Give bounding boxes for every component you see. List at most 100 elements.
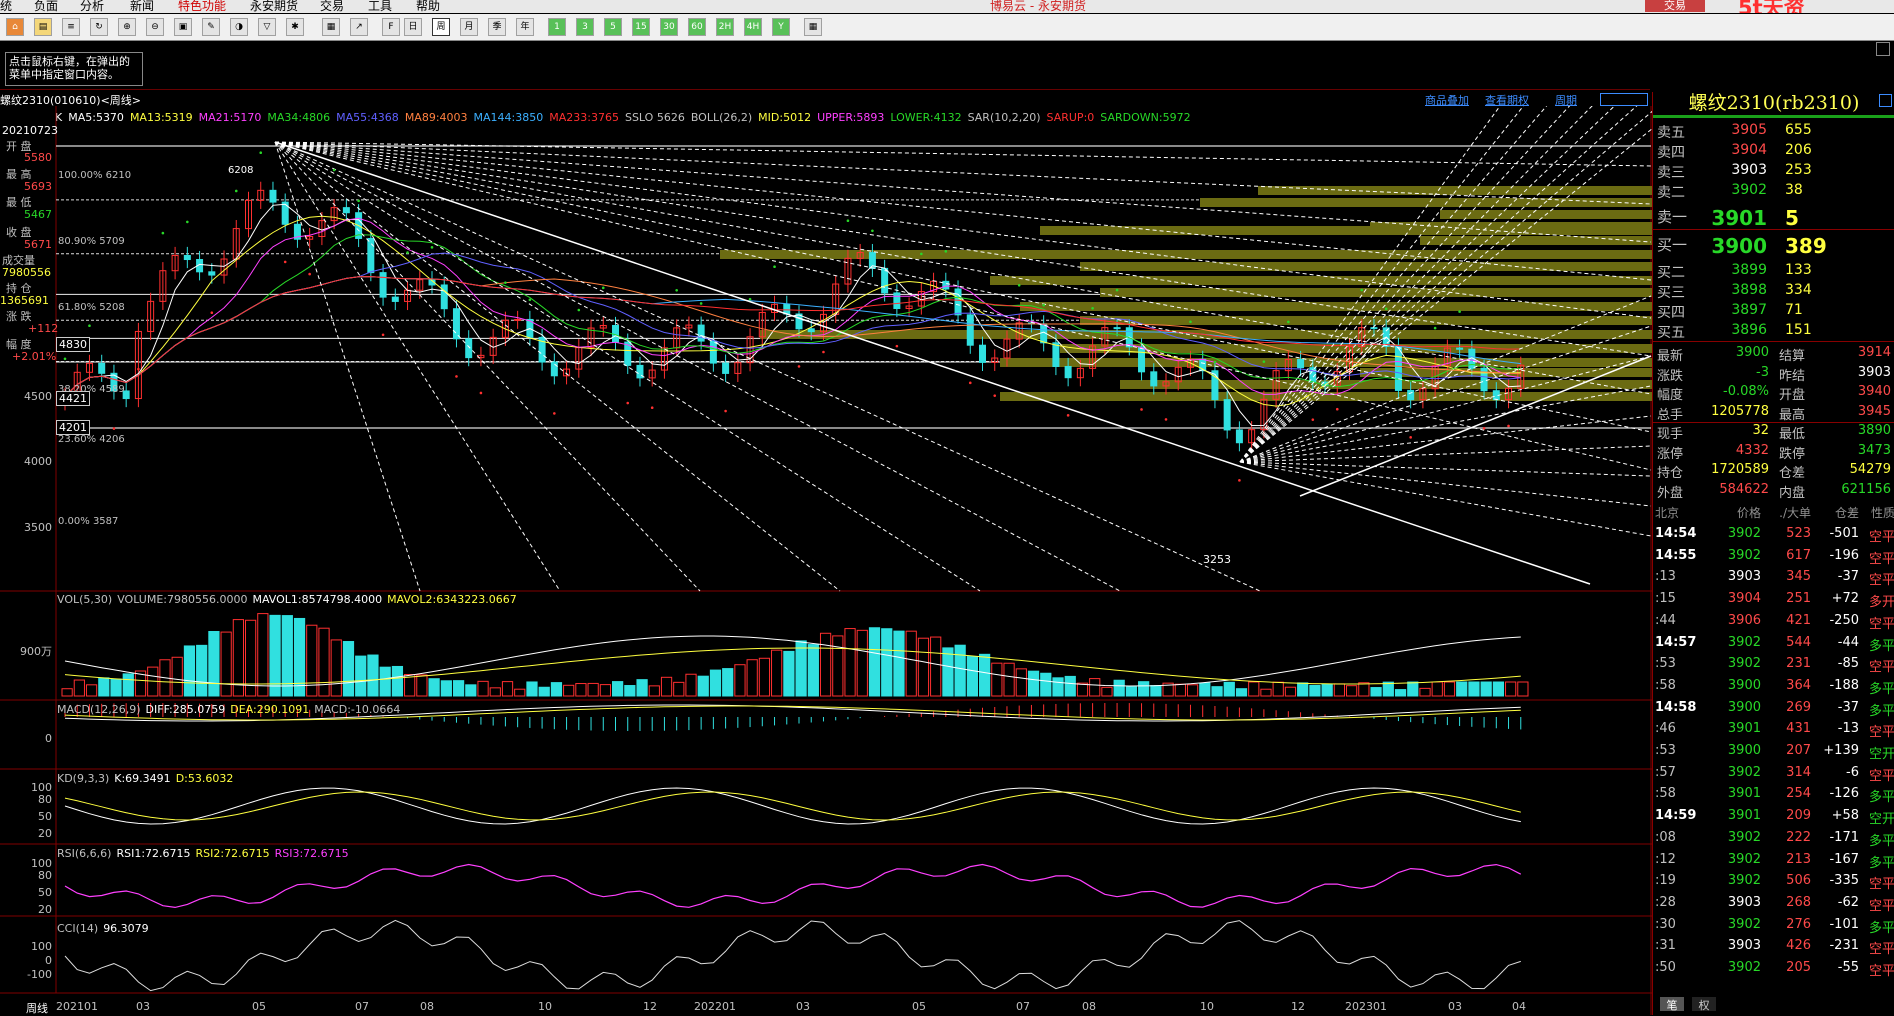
volume-bar <box>293 617 306 697</box>
period-quarter-button[interactable]: 季 <box>488 18 506 36</box>
refresh-icon[interactable]: ↻ <box>90 18 108 36</box>
period-3-button[interactable]: 3 <box>576 18 594 36</box>
table-icon[interactable]: ▦ <box>322 18 340 36</box>
indicator-value: RSI2:72.6715 <box>195 847 270 860</box>
tab-ticks[interactable]: 笔 <box>1660 997 1684 1012</box>
tick-diff: -188 <box>1829 677 1859 693</box>
period-4h-button[interactable]: 4H <box>744 18 762 36</box>
stat-label: 外盘 <box>1657 485 1684 501</box>
divider <box>1653 229 1894 230</box>
volume-bar <box>85 684 98 697</box>
tick-qty: 269 <box>1786 699 1811 715</box>
chart-type-icon[interactable]: ◑ <box>230 18 248 36</box>
home-icon[interactable]: ⌂ <box>6 18 24 36</box>
volume-bar <box>832 635 844 697</box>
calendar-icon[interactable]: ▦ <box>804 18 822 36</box>
x-tick: 202201 <box>694 1000 736 1013</box>
zoom-out-icon[interactable]: ⊖ <box>146 18 164 36</box>
period-30-button[interactable]: 30 <box>660 18 678 36</box>
sar-dot <box>968 381 972 385</box>
tick-price: 3902 <box>1727 764 1761 780</box>
sar-dot <box>1189 320 1192 324</box>
level-price: 3896 <box>1731 322 1767 338</box>
period-year-button[interactable]: 年 <box>516 18 534 36</box>
hint-box: 点击鼠标右键，在弹出的菜单中指定窗口内容。 <box>5 52 143 86</box>
period-15-button[interactable]: 15 <box>632 18 650 36</box>
gann-fan-line <box>274 141 1121 592</box>
menu-item-news[interactable]: 新闻 <box>130 0 154 12</box>
change-value: +112 <box>28 322 59 335</box>
tick-price: 3902 <box>1727 656 1761 672</box>
volume-bar <box>1346 685 1358 697</box>
folder-icon[interactable]: ▤ <box>34 18 52 36</box>
window-icon[interactable]: ▣ <box>174 18 192 36</box>
oi-value: 1365691 <box>0 294 49 307</box>
tool-icon[interactable]: ✱ <box>286 18 304 36</box>
period-week-button[interactable]: 周 <box>432 18 450 36</box>
x-tick: 10 <box>1200 1000 1214 1013</box>
tick-price: 3902 <box>1727 634 1761 650</box>
tick-price: 3904 <box>1727 591 1761 607</box>
tick-time: :15 <box>1655 591 1676 607</box>
tick-time: :08 <box>1655 829 1676 845</box>
tick-qty: 276 <box>1786 916 1811 932</box>
price-axis-3500: 3500 <box>24 521 52 534</box>
volume-bar <box>1370 687 1382 697</box>
tick-nature: 多平 <box>1868 790 1894 806</box>
tick-qty: 426 <box>1786 938 1811 954</box>
menu-item-page[interactable]: 负面 <box>34 0 58 12</box>
tick-nature: 空平 <box>1868 660 1894 676</box>
level-volume: 655 <box>1785 122 1812 138</box>
candle-body <box>1407 389 1415 401</box>
period-month-button[interactable]: 月 <box>460 18 478 36</box>
x-tick: 03 <box>136 1000 150 1013</box>
maximize-icon[interactable] <box>1876 42 1890 56</box>
level-label: 卖二 <box>1657 185 1685 201</box>
stat-label: 跌停 <box>1779 446 1806 462</box>
zoom-in-icon[interactable]: ⊕ <box>118 18 136 36</box>
panel-toggle-icon[interactable] <box>1879 94 1892 107</box>
bar-date: 20210723 <box>2 124 58 137</box>
list-icon[interactable]: ≡ <box>62 18 80 36</box>
sar-dot <box>650 406 654 410</box>
menu-item-trade[interactable]: 交易 <box>320 0 344 12</box>
window-control-icons[interactable] <box>1600 93 1648 106</box>
pen-icon[interactable]: ✎ <box>202 18 220 36</box>
menu-item-tools[interactable]: 工具 <box>368 0 392 12</box>
filter-icon[interactable]: ▽ <box>258 18 276 36</box>
col-qty: ./大单 <box>1779 506 1811 520</box>
period-y-button[interactable]: Y <box>772 18 790 36</box>
candle-body <box>979 344 986 363</box>
gann-fan-line <box>1239 461 1652 477</box>
indicator-value: KD(9,3,3) <box>57 772 110 785</box>
volume-bar <box>477 680 489 697</box>
sar-dot <box>920 252 923 256</box>
volume-bar <box>440 680 452 697</box>
period-60-button[interactable]: 60 <box>688 18 706 36</box>
menu-item-yongan[interactable]: 永安期货 <box>250 0 298 12</box>
tick-nature: 空平 <box>1868 877 1894 893</box>
bottom-tabs: 笔 权 <box>1652 995 1894 1015</box>
menu-item-analysis[interactable]: 分析 <box>80 0 104 12</box>
tick-nature: 多开 <box>1868 595 1894 611</box>
tab-rights[interactable]: 权 <box>1692 997 1716 1012</box>
period-day-button[interactable]: 日 <box>404 18 422 36</box>
menu-item-help[interactable]: 帮助 <box>416 0 440 12</box>
fk-icon[interactable]: F <box>382 18 400 36</box>
volume-profile-bar <box>1200 198 1652 207</box>
line-chart-icon[interactable]: ↗ <box>350 18 368 36</box>
sar-dot <box>1066 414 1070 417</box>
menu-item-system[interactable]: 统 <box>0 0 12 12</box>
trade-button[interactable]: 交易 <box>1645 0 1705 12</box>
tick-price: 3902 <box>1727 526 1761 541</box>
tick-nature: 多平 <box>1868 833 1894 849</box>
tick-row: 14:58 3900 269 -37 多平 <box>1655 699 1894 721</box>
tick-nature: 空平 <box>1868 551 1894 567</box>
period-5-button[interactable]: 5 <box>604 18 622 36</box>
tick-time: 14:59 <box>1655 808 1697 824</box>
menu-item-special[interactable]: 特色功能 <box>178 0 226 12</box>
period-1-button[interactable]: 1 <box>548 18 566 36</box>
quote-panel: 螺纹2310(rb2310) 卖五 3905 655 卖四 3904 206 卖三 3903 2… <box>1652 92 1894 1015</box>
period-2h-button[interactable]: 2H <box>716 18 734 36</box>
level-volume: 38 <box>1785 182 1803 198</box>
